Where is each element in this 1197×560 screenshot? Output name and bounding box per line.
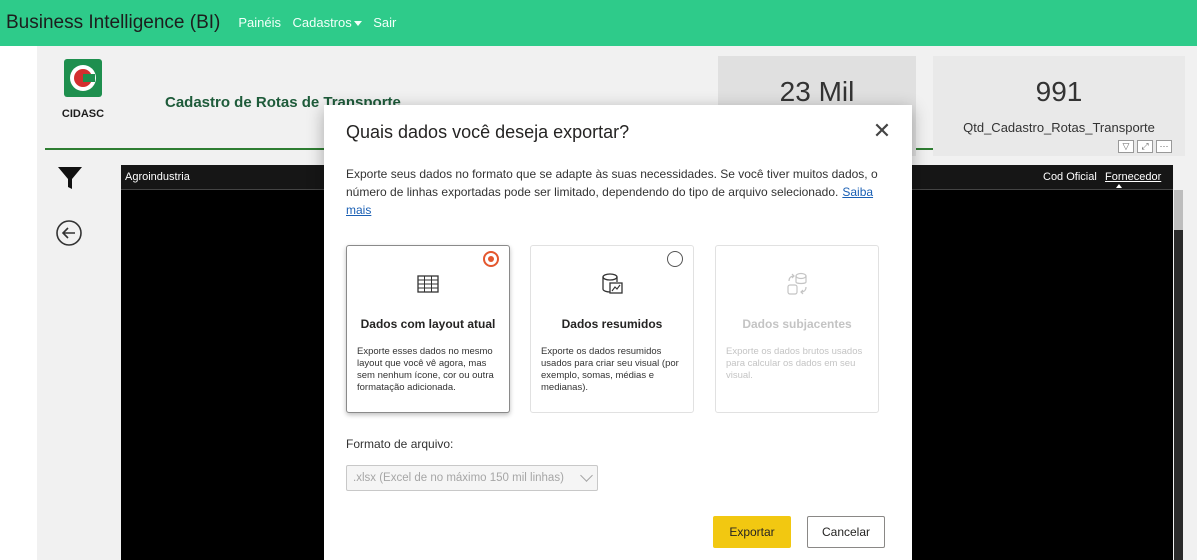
export-option-underlying: Dados subjacentes Exporte os dados bruto… <box>715 245 879 413</box>
logo-text: CIDASC <box>62 108 104 120</box>
summarized-data-icon <box>602 273 623 294</box>
back-arrow-icon[interactable] <box>55 219 83 247</box>
option-title: Dados subjacentes <box>742 317 852 331</box>
kpi-value: 991 <box>1035 76 1083 107</box>
underlying-data-icon <box>787 272 807 295</box>
column-header-fornecedor[interactable]: Fornecedor <box>1105 171 1161 183</box>
export-option-current-layout[interactable]: Dados com layout atual Exporte esses dad… <box>346 245 510 413</box>
option-title: Dados com layout atual <box>360 317 496 331</box>
cancel-button[interactable]: Cancelar <box>807 516 885 548</box>
export-button[interactable]: Exportar <box>713 516 791 548</box>
table-icon <box>417 275 439 293</box>
focus-mode-icon[interactable]: ⤢ <box>1137 140 1153 153</box>
dialog-description: Exporte seus dados no formato que se ada… <box>346 165 894 219</box>
option-description: Exporte os dados resumidos usados para c… <box>541 346 679 393</box>
nav-menu: Painéis Cadastros Sair <box>238 14 403 32</box>
filter-funnel-icon[interactable] <box>57 165 83 191</box>
option-description: Exporte esses dados no mesmo layout que … <box>357 346 494 393</box>
visual-header-icons: ▽ ⤢ ⋯ <box>1118 140 1172 153</box>
top-navbar: Business Intelligence (BI) Painéis Cadas… <box>0 0 1197 46</box>
nav-paineis[interactable]: Painéis <box>238 15 281 30</box>
chevron-down-icon <box>353 21 362 27</box>
more-options-icon[interactable]: ⋯ <box>1156 140 1172 153</box>
kpi-value: 23 Mil <box>779 76 855 107</box>
filter-icon[interactable]: ▽ <box>1118 140 1134 153</box>
radio-button[interactable] <box>483 251 499 267</box>
cidasc-logo: CIDASC <box>62 59 104 120</box>
nav-cadastros-label: Cadastros <box>292 15 352 30</box>
radio-button[interactable] <box>667 251 683 267</box>
description-text: Exporte seus dados no formato que se ada… <box>346 167 878 199</box>
brand-title[interactable]: Business Intelligence (BI) <box>6 12 220 34</box>
scrollbar-thumb[interactable] <box>1174 190 1183 230</box>
option-description: Exporte os dados brutos usados para calc… <box>726 346 863 381</box>
nav-sair[interactable]: Sair <box>373 15 396 30</box>
table-scrollbar[interactable] <box>1174 190 1183 560</box>
option-title: Dados resumidos <box>561 317 663 331</box>
kpi-label: Qtd_Cadastro_Rotas_Transporte <box>963 120 1155 135</box>
export-option-summarized[interactable]: Dados resumidos Exporte os dados resumid… <box>530 245 694 413</box>
export-data-dialog: Quais dados você deseja exportar? ✕ Expo… <box>324 105 912 560</box>
close-icon[interactable]: ✕ <box>872 120 892 142</box>
file-format-label: Formato de arquivo: <box>346 437 454 451</box>
sort-ascending-icon <box>1116 184 1122 188</box>
column-header-agroindustria[interactable]: Agroindustria <box>125 171 190 183</box>
column-header-cod-oficial[interactable]: Cod Oficial <box>1043 171 1097 183</box>
dialog-title: Quais dados você deseja exportar? <box>346 122 630 142</box>
file-format-select[interactable]: .xlsx (Excel de no máximo 150 mil linhas… <box>346 465 598 491</box>
nav-cadastros[interactable]: Cadastros <box>292 15 362 30</box>
